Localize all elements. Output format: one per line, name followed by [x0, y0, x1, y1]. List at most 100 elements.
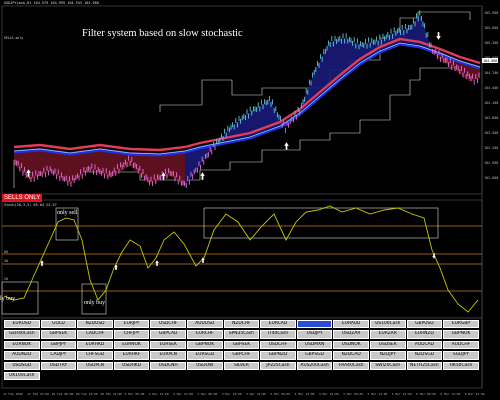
symbol-button-eurusd[interactable]: EURUSD [4, 320, 40, 329]
symbol-button-eurgbp[interactable]: EURGBP [443, 320, 479, 329]
chart-title: Filter system based on slow stochastic [82, 28, 243, 39]
oscillator-header: Stoch(20,3,3) 65.04 24.57 [4, 203, 57, 207]
symbol-button-nzdjpy[interactable]: NZDJPY [370, 351, 406, 360]
symbol-button-gbpnok[interactable]: GBPNOK [187, 340, 223, 350]
symbol-button-eurjpy[interactable]: EURJPY [113, 320, 150, 329]
price-tick: 102.600 [484, 176, 498, 180]
time-tick: 4 Mar 22:00 [319, 392, 339, 396]
symbol-button-us100cash[interactable]: US100Cash [370, 320, 406, 329]
symbol-button-usdsek[interactable]: USDSEK [370, 340, 406, 350]
symbol-button-ger40cash[interactable]: GER40Cash [4, 330, 40, 339]
time-tick: 28 Feb 14:00 [76, 392, 98, 396]
time-tick: 3 Mar 22:00 [246, 392, 266, 396]
symbol-button-usdjpycash[interactable]: USDJPYcash [296, 320, 333, 329]
symbol-button-usdmxn[interactable]: USDMXN [296, 340, 333, 350]
symbol-button-eurnok[interactable]: EURNOK [113, 340, 150, 350]
symbol-button-chfsgd[interactable]: CHFSGD [77, 351, 113, 360]
symbol-button-eurnzd[interactable]: EURNZD [406, 330, 443, 339]
symbol-button-eursgd[interactable]: EURSGD [187, 351, 223, 360]
time-tick: 28 Feb 22:00 [100, 392, 122, 396]
symbol-button-audusd[interactable]: AUDUSD [187, 320, 223, 329]
symbol-button-jp225cash[interactable]: JP225Cash [260, 361, 296, 370]
level-label-50: 50 [4, 259, 8, 263]
symbol-button-gold[interactable]: GOLD [40, 320, 77, 329]
symbol-button-gbpchf[interactable]: GBPCHF [223, 351, 260, 360]
symbol-button-eursek[interactable]: EURSEK [150, 340, 186, 350]
symbol-button-usdtry[interactable]: USDTRY [40, 361, 77, 370]
symbol-button-hk50cash[interactable]: HK50Cash [443, 361, 479, 370]
symbol-button-eurhkd[interactable]: EURHKD [77, 340, 113, 350]
symbol-button-usdhkd[interactable]: USDHKD [113, 361, 150, 370]
current-price-label: 104.966 [483, 59, 497, 63]
price-scale: 105.900105.600105.300105.000104.700104.4… [484, 11, 498, 180]
symbol-button-grid: EURUSD GOLD NZDUSD EURJPY USDCHF AUDUSD NZDCHF… [4, 320, 480, 386]
symbol-button-spn35cash[interactable]: SPN35Cash [223, 330, 260, 339]
symbol-button-gbpusd[interactable]: GBPUSD [406, 320, 443, 329]
symbol-button-fra40cash[interactable]: FRA40Cash [333, 361, 369, 370]
annotation-only-buy: only buy [84, 300, 106, 306]
symbol-button-usdnok[interactable]: USDNOK [333, 340, 369, 350]
symbol-button-usdsgd[interactable]: USDSGD [4, 361, 40, 370]
symbol-button-eurpln[interactable]: EURPLN [150, 351, 186, 360]
price-tick: 104.100 [484, 101, 498, 105]
level-label-20: 20 [4, 277, 8, 281]
symbol-button-eurnok[interactable]: EURNOK [4, 340, 40, 350]
price-tick: 103.800 [484, 116, 498, 120]
time-tick: 28 Feb 06:00 [52, 392, 74, 396]
symbol-button-audnzd[interactable]: AUDNZD [4, 351, 40, 360]
symbol-button-nzdusd[interactable]: NZDUSD [77, 320, 113, 329]
symbol-button-audchf[interactable]: AUDCHF [443, 340, 479, 350]
symbol-button-uk100cash[interactable]: UK100Cash [4, 372, 40, 381]
status-badge: SELLS ONLY [2, 194, 43, 202]
symbol-button-sgdjpy[interactable]: SGDJPY [443, 351, 479, 360]
symbol-button-gbpnzd[interactable]: GBPNZD [260, 351, 296, 360]
symbol-button-audcad[interactable]: AUDCAD [406, 340, 443, 350]
symbol-button-usdchf[interactable]: USDCHF [260, 340, 296, 350]
symbol-button-neth25cash[interactable]: NETH25Cash [406, 361, 443, 370]
symbol-button-eurcad[interactable]: EURCAD [260, 320, 296, 329]
symbol-button-silver[interactable]: SILVER [223, 361, 260, 370]
symbol-button-usdjpy[interactable]: USDJPY [296, 330, 333, 339]
symbol-button-gbpjpy[interactable]: GBPJPY [40, 340, 77, 350]
symbol-button-usdchf[interactable]: USDCHF [150, 320, 186, 329]
symbol-button-eurchf[interactable]: EURCHF [187, 330, 223, 339]
symbol-button-nzdsgd[interactable]: NZDSGD [406, 351, 443, 360]
time-tick: 5 Mar 14:00 [368, 392, 388, 396]
symbol-button-usdow[interactable]: USDOW [187, 361, 223, 370]
time-tick: 5 Mar 06:00 [343, 392, 363, 396]
time-tick: 3 Mar 06:00 [197, 392, 217, 396]
oscillator-panel [1, 199, 483, 319]
symbol-button-usdcnh[interactable]: USDCNH [150, 361, 186, 370]
symbol-button-eurzar[interactable]: EURZAR [370, 330, 406, 339]
symbol-button-aus200cash[interactable]: AUS200Cash [296, 361, 333, 370]
time-tick: 4 Mar 14:00 [295, 392, 315, 396]
symbol-button-usdzar[interactable]: USDZAR [333, 330, 369, 339]
symbol-button-gbpsek[interactable]: GBPSEK [223, 340, 260, 350]
symbol-button-nzdchf[interactable]: NZDCHF [223, 320, 260, 329]
time-tick: 5 Mar 22:00 [392, 392, 412, 396]
symbol-button-gbpnok[interactable]: GBPNOK [443, 330, 479, 339]
price-tick: 105.900 [484, 11, 498, 15]
symbol-button-gbpcad[interactable]: GBPCAD [150, 330, 186, 339]
time-tick: 6 Mar 06:00 [416, 392, 436, 396]
sub-label: SELLS only [4, 36, 24, 40]
symbol-button-cadchf[interactable]: CADCHF [77, 330, 113, 339]
symbol-button-cadjpy[interactable]: CADJPY [40, 351, 77, 360]
time-tick: 2 Mar 22:00 [173, 392, 193, 396]
symbol-button-chfjpy[interactable]: CHFJPY [113, 330, 150, 339]
symbol-button-nzdcad[interactable]: NZDCAD [333, 351, 369, 360]
symbol-button-swi20cash[interactable]: SWI20Cash [370, 361, 406, 370]
symbol-button-euraud[interactable]: EURAUD [333, 320, 369, 329]
symbol-button-gbpsek[interactable]: GBPSEK [40, 330, 77, 339]
window-header: USDJPYcash,H1 104.979 104.999 104.943 10… [4, 1, 99, 5]
time-tick: 27 Feb 2020 [3, 392, 23, 396]
symbol-button-eurhkf[interactable]: EURHKF [113, 351, 150, 360]
symbol-button-gbpsgd[interactable]: GBPSGD [296, 351, 333, 360]
price-tick: 103.200 [484, 146, 498, 150]
annotation-ly-buy: ly buy [0, 296, 16, 302]
time-tick: 6 Mar 14:00 [440, 392, 460, 396]
symbol-button-usdpln[interactable]: USDPLN [77, 361, 113, 370]
symbol-button-it40cash[interactable]: IT40Cash [260, 330, 296, 339]
level-label-80: 80 [4, 250, 8, 254]
time-axis: 27 Feb 2020 27 Feb 22:00 28 Feb 06:00 28 Fe… [3, 392, 485, 396]
